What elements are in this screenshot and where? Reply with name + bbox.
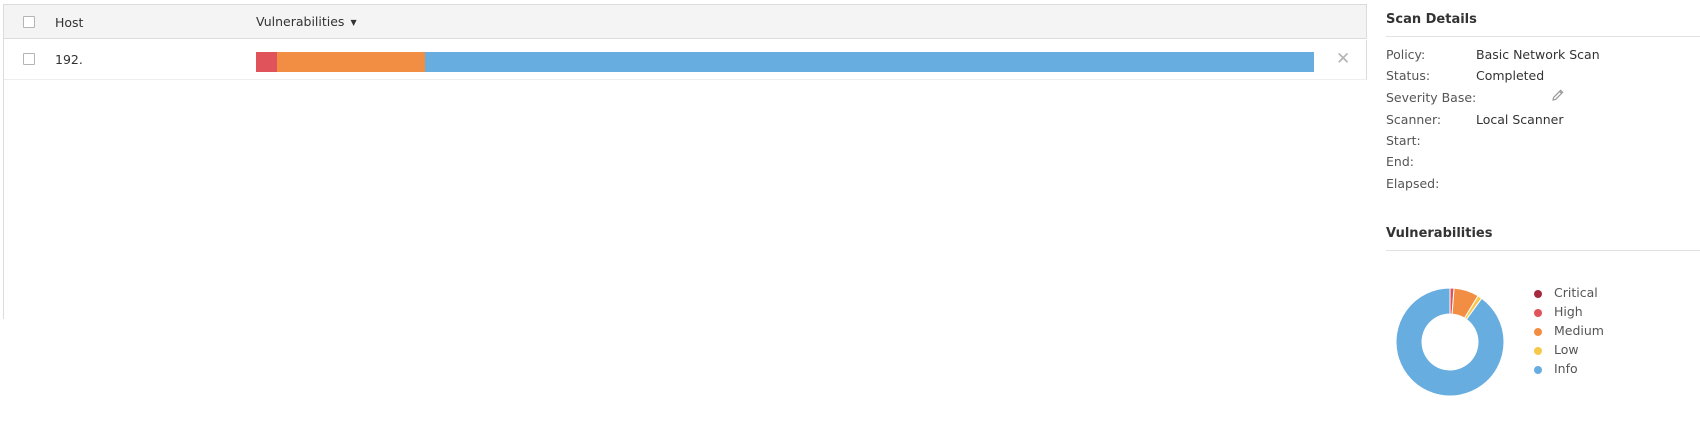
host-column-header[interactable]: Host [55, 15, 83, 30]
hosts-table: Host Vulnerabilities ▼ 192. ✕ [3, 4, 1367, 319]
detail-value: Basic Network Scan [1476, 47, 1600, 62]
legend-item-medium[interactable]: Medium [1534, 323, 1654, 341]
legend-dot [1534, 290, 1542, 298]
legend-label: Low [1554, 342, 1579, 357]
row-checkbox[interactable] [23, 53, 35, 65]
legend-dot [1534, 347, 1542, 355]
divider [1386, 250, 1700, 251]
vulnerability-bar-segment-info[interactable] [425, 52, 1314, 72]
detail-severity-base: Severity Base: [1386, 88, 1700, 110]
detail-label: Start: [1386, 133, 1421, 148]
select-all-checkbox[interactable] [23, 16, 35, 28]
vulnerability-bar[interactable] [256, 52, 1314, 72]
detail-policy: Policy: Basic Network Scan [1386, 47, 1700, 67]
detail-label: Severity Base: [1386, 90, 1477, 105]
close-icon[interactable]: ✕ [1336, 49, 1350, 69]
detail-end: End: [1386, 154, 1700, 174]
legend-label: High [1554, 304, 1583, 319]
legend-label: Info [1554, 361, 1578, 376]
legend-label: Critical [1554, 285, 1598, 300]
legend-item-critical[interactable]: Critical [1534, 285, 1654, 303]
detail-label: Policy: [1386, 47, 1426, 62]
legend-dot [1534, 309, 1542, 317]
detail-label: Elapsed: [1386, 176, 1440, 191]
legend-item-high[interactable]: High [1534, 304, 1654, 322]
pencil-icon[interactable] [1551, 88, 1565, 105]
vulnerability-bar-segment-high[interactable] [256, 52, 278, 72]
detail-elapsed: Elapsed: [1386, 176, 1700, 196]
scan-details-title: Scan Details [1386, 12, 1477, 27]
table-row[interactable]: 192. ✕ [4, 40, 1367, 80]
detail-value: Local Scanner [1476, 112, 1564, 127]
detail-start: Start: [1386, 133, 1700, 153]
detail-status: Status: Completed [1386, 68, 1700, 88]
detail-scanner: Scanner: Local Scanner [1386, 112, 1700, 132]
legend-item-low[interactable]: Low [1534, 342, 1654, 360]
vulnerabilities-column-header[interactable]: Vulnerabilities ▼ [256, 14, 357, 29]
host-name[interactable]: 192. [55, 52, 83, 67]
detail-label: Status: [1386, 68, 1431, 83]
vulnerabilities-title: Vulnerabilities [1386, 226, 1493, 241]
divider [1386, 36, 1700, 37]
caret-down-icon: ▼ [350, 18, 357, 27]
detail-value: Completed [1476, 68, 1545, 83]
vulnerability-bar-segment-medium[interactable] [277, 52, 426, 72]
vulnerabilities-donut-chart[interactable] [1388, 280, 1512, 404]
table-header: Host Vulnerabilities ▼ [4, 4, 1367, 39]
legend-label: Medium [1554, 323, 1604, 338]
legend-dot [1534, 366, 1542, 374]
vulnerabilities-column-label: Vulnerabilities [256, 14, 345, 29]
donut-slice-info[interactable] [1395, 287, 1505, 397]
detail-label: Scanner: [1386, 112, 1442, 127]
scan-details-panel: Scan Details Policy: Basic Network Scan … [1386, 0, 1700, 423]
legend-item-info[interactable]: Info [1534, 361, 1654, 379]
detail-label: End: [1386, 154, 1414, 169]
legend-dot [1534, 328, 1542, 336]
